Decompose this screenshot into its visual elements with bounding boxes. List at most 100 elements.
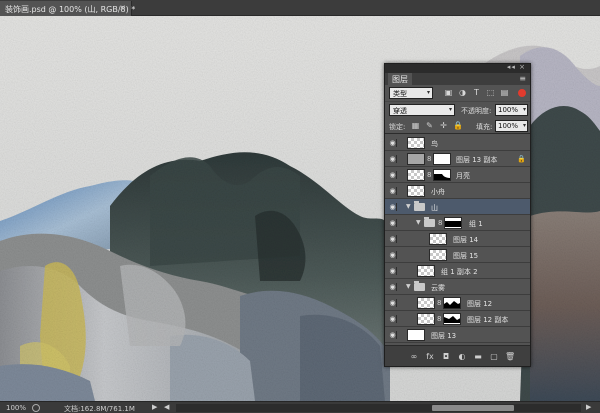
layer-row[interactable]: ◉ 图层 13 xyxy=(385,327,530,343)
lock-transparent-icon[interactable]: ▦ xyxy=(411,121,420,130)
layer-name: 月亮 xyxy=(456,172,470,180)
panel-collapse-icon[interactable]: ◂◂ × xyxy=(507,63,526,71)
eye-icon[interactable]: ◉ xyxy=(389,139,397,147)
layer-name: 图层 13 副本 xyxy=(456,156,498,164)
chain-link-icon[interactable]: 8 xyxy=(438,219,442,227)
eye-icon[interactable]: ◉ xyxy=(389,235,397,243)
layer-row[interactable]: ◉ 图层 14 xyxy=(385,231,530,247)
tab-layers[interactable]: 图层 xyxy=(388,73,412,85)
folder-icon xyxy=(414,281,425,291)
layer-row[interactable]: ◉ 鸟 xyxy=(385,135,530,151)
eye-icon[interactable]: ◉ xyxy=(389,331,397,339)
chevron-down-icon: ▾ xyxy=(522,122,526,129)
adjustment-icon[interactable]: ◐ xyxy=(457,352,467,361)
blend-row: 穿透 ▾ 不透明度: 100% ▾ xyxy=(385,101,530,117)
filter-kind-value: 类型 xyxy=(393,90,407,98)
layer-name: 组 1 xyxy=(469,220,483,228)
expand-triangle-icon[interactable]: ▼ xyxy=(406,283,411,290)
eye-icon[interactable]: ◉ xyxy=(389,171,397,179)
status-info-icon[interactable] xyxy=(32,404,40,412)
link-icon[interactable]: ∞ xyxy=(409,352,419,361)
eye-icon[interactable]: ◉ xyxy=(389,155,397,163)
scrollbar-thumb[interactable] xyxy=(432,405,514,411)
status-bar: 100% 文档:162.8M/761.1M ▶ ◀ ▶ xyxy=(0,401,600,413)
layer-filter-row: 类型 ▾ ▣ ◑ T ⬚ ▤ xyxy=(385,85,530,100)
chain-link-icon[interactable]: 8 xyxy=(427,171,431,179)
eye-icon[interactable]: ◉ xyxy=(389,219,397,227)
layer-row[interactable]: ◉ 8 月亮 xyxy=(385,167,530,183)
eye-icon[interactable]: ◉ xyxy=(389,315,397,323)
scroll-right-icon[interactable]: ▶ xyxy=(586,403,591,411)
eye-icon[interactable]: ◉ xyxy=(389,187,397,195)
new-layer-icon[interactable]: ▢ xyxy=(489,352,499,361)
fill-label: 填充: xyxy=(476,123,493,131)
shape-filter-icon[interactable]: ⬚ xyxy=(486,88,495,97)
fill-value: 100% xyxy=(498,122,519,130)
eye-icon[interactable]: ◉ xyxy=(389,203,397,211)
eye-icon[interactable]: ◉ xyxy=(389,251,397,259)
layer-thumbnail xyxy=(407,329,425,341)
layer-thumbnail xyxy=(417,265,435,277)
close-icon[interactable]: × xyxy=(119,3,126,12)
eye-icon[interactable]: ◉ xyxy=(389,267,397,275)
layer-thumbnail xyxy=(407,185,425,197)
chain-link-icon[interactable]: 8 xyxy=(427,155,431,163)
panel-menu-icon[interactable]: ≡ xyxy=(519,74,526,83)
blend-mode-dropdown[interactable]: 穿透 ▾ xyxy=(389,104,455,116)
opacity-field[interactable]: 100% ▾ xyxy=(495,104,528,116)
layer-name: 图层 14 xyxy=(453,236,479,244)
layer-thumbnail xyxy=(417,297,435,309)
fill-field[interactable]: 100% ▾ xyxy=(495,120,528,132)
chain-link-icon[interactable]: 8 xyxy=(437,299,441,307)
layer-row[interactable]: ◉ 8 图层 12 副本 xyxy=(385,311,530,327)
filter-kind-dropdown[interactable]: 类型 ▾ xyxy=(389,87,433,99)
layer-row[interactable]: ◉ 组 1 副本 2 xyxy=(385,263,530,279)
layer-row[interactable]: ◉ 8 图层 13 副本 🔒 xyxy=(385,151,530,167)
trash-icon[interactable]: 🗑 xyxy=(505,352,515,361)
layer-thumbnail xyxy=(429,249,447,261)
layer-row[interactable]: ◉ 8 图层 12 xyxy=(385,295,530,311)
document-tab-title: 装饰画.psd @ 100% (山, RGB/8) * xyxy=(5,5,136,14)
document-tab[interactable]: 装饰画.psd @ 100% (山, RGB/8) * × xyxy=(0,1,136,16)
mask-icon[interactable]: ◘ xyxy=(441,352,451,361)
panel-title-strip[interactable]: ◂◂ × xyxy=(385,63,530,73)
zoom-level[interactable]: 100% xyxy=(6,404,26,412)
chevron-down-icon: ▾ xyxy=(448,106,452,113)
layer-mask-thumbnail[interactable] xyxy=(444,217,462,229)
layer-group-row[interactable]: ◉ ▼ 云雾 xyxy=(385,279,530,295)
expand-triangle-icon[interactable]: ▼ xyxy=(416,219,421,226)
eye-icon[interactable]: ◉ xyxy=(389,299,397,307)
type-filter-icon[interactable]: T xyxy=(472,88,481,97)
lock-all-icon[interactable]: 🔒 xyxy=(453,121,463,130)
filter-toggle-icon[interactable] xyxy=(518,89,526,97)
layer-row[interactable]: ◉ 小舟 xyxy=(385,183,530,199)
layer-list: ◉ 鸟 ◉ 8 图层 13 副本 🔒 ◉ 8 月亮 ◉ 小舟 ◉ ▼ 山 ◉ ▼… xyxy=(385,135,530,343)
layer-mask-thumbnail[interactable] xyxy=(433,169,451,181)
layer-thumbnail xyxy=(407,137,425,149)
chevron-down-icon: ▾ xyxy=(426,89,430,96)
horizontal-scrollbar[interactable] xyxy=(176,404,581,412)
layer-name: 山 xyxy=(431,204,438,212)
eye-icon[interactable]: ◉ xyxy=(389,283,397,291)
layer-mask-thumbnail[interactable] xyxy=(443,313,461,325)
layer-row[interactable]: ◉ 图层 15 xyxy=(385,247,530,263)
expand-triangle-icon[interactable]: ▼ xyxy=(406,203,411,210)
pixel-filter-icon[interactable]: ▣ xyxy=(444,88,453,97)
scroll-left-icon[interactable]: ◀ xyxy=(164,403,169,411)
chain-link-icon[interactable]: 8 xyxy=(437,315,441,323)
layer-thumbnail xyxy=(407,169,425,181)
layer-mask-thumbnail[interactable] xyxy=(433,153,451,165)
lock-position-icon[interactable]: ✛ xyxy=(439,121,448,130)
folder-icon[interactable]: ▬ xyxy=(473,352,483,361)
fx-icon[interactable]: fx xyxy=(425,352,435,361)
adjustment-filter-icon[interactable]: ◑ xyxy=(458,88,467,97)
lock-icon: 🔒 xyxy=(517,155,526,163)
status-menu-arrow-icon[interactable]: ▶ xyxy=(152,403,157,411)
lock-label: 锁定: xyxy=(389,123,406,131)
layer-group-row[interactable]: ◉ ▼ 8 组 1 xyxy=(385,215,530,231)
lock-pixels-icon[interactable]: ✎ xyxy=(425,121,434,130)
layer-mask-thumbnail[interactable] xyxy=(443,297,461,309)
smart-object-filter-icon[interactable]: ▤ xyxy=(500,88,509,97)
layer-name: 小舟 xyxy=(431,188,445,196)
layer-group-row[interactable]: ◉ ▼ 山 xyxy=(385,199,530,215)
